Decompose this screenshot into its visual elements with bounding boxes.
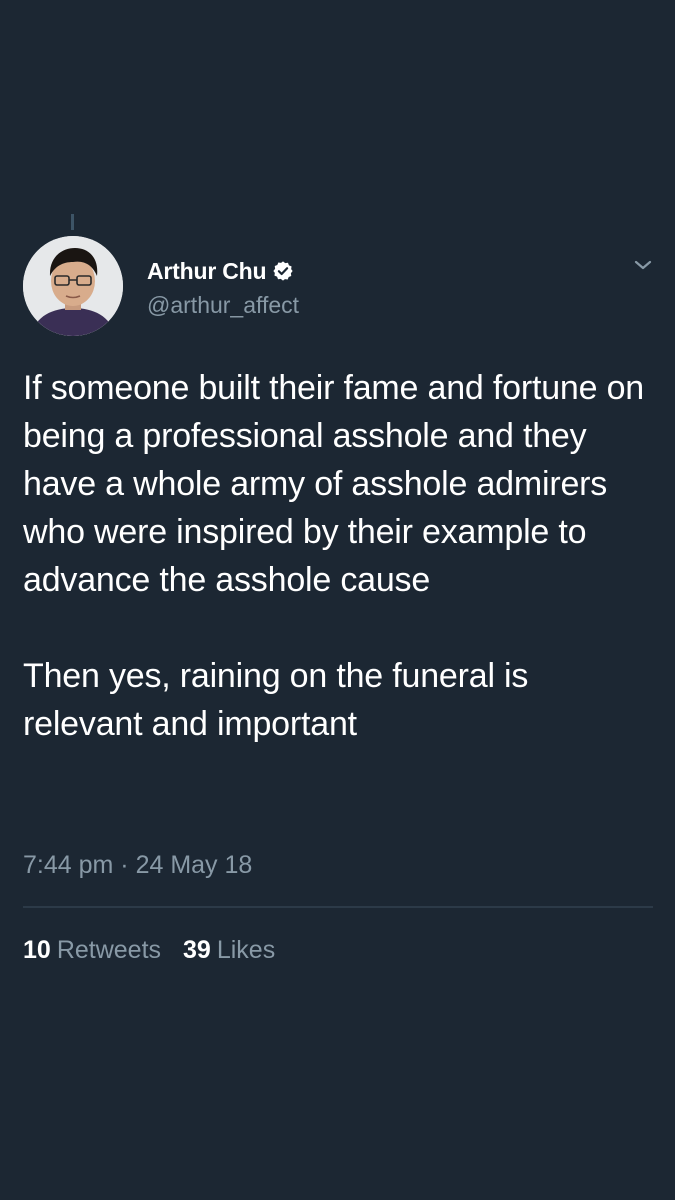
- likes-count: 39: [183, 936, 211, 964]
- author-name-row[interactable]: Arthur Chu: [147, 256, 294, 286]
- tweet-stats: 10 Retweets 39 Likes: [23, 930, 297, 970]
- thread-connector-line: [71, 214, 74, 230]
- chevron-down-icon[interactable]: [632, 254, 654, 276]
- likes-stat[interactable]: 39 Likes: [183, 930, 275, 970]
- tweet-paragraph: Then yes, raining on the funeral is rele…: [23, 657, 529, 743]
- user-avatar-icon: [23, 236, 123, 336]
- likes-label: Likes: [216, 936, 276, 964]
- divider: [23, 906, 653, 908]
- avatar[interactable]: [23, 236, 123, 336]
- tweet-date: 24 May 18: [135, 851, 253, 879]
- tweet-header: Arthur Chu @arthur_affect: [23, 236, 658, 336]
- verified-badge-icon: [272, 260, 294, 282]
- tweet-time: 7:44 pm: [23, 851, 114, 879]
- author-display-name[interactable]: Arthur Chu: [147, 258, 267, 285]
- tweet-text: If someone built their fame and fortune …: [23, 364, 648, 748]
- tweet-paragraph: If someone built their fame and fortune …: [23, 369, 644, 599]
- retweets-count: 10: [23, 936, 51, 964]
- retweets-stat[interactable]: 10 Retweets: [23, 930, 161, 970]
- tweet-timestamp: 7:44 pm · 24 May 18: [23, 847, 252, 883]
- author-handle[interactable]: @arthur_affect: [147, 292, 299, 319]
- timestamp-separator: ·: [120, 851, 129, 879]
- retweets-label: Retweets: [56, 936, 162, 964]
